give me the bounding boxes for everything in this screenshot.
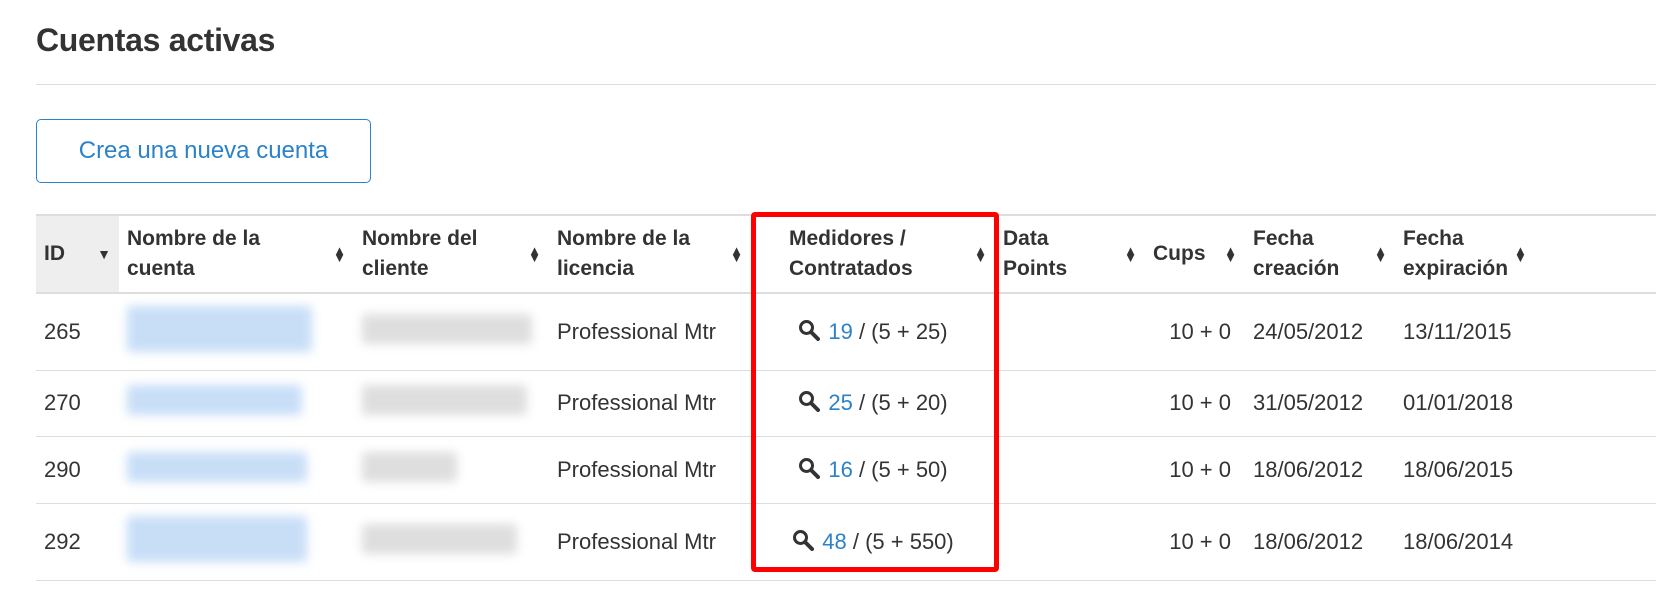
cell-id: 292 bbox=[36, 503, 119, 581]
meters-link[interactable]: 25 bbox=[828, 390, 852, 415]
column-header-expires[interactable]: Fecha expiración ▲ ▼ bbox=[1395, 214, 1656, 294]
column-header-license-name[interactable]: Nombre de la licencia ▲ ▼ bbox=[549, 214, 751, 294]
cell-data-points bbox=[995, 436, 1145, 504]
cell-created: 31/05/2012 bbox=[1245, 370, 1395, 437]
cell-expires: 18/06/2014 bbox=[1395, 503, 1656, 581]
search-icon[interactable] bbox=[798, 319, 821, 341]
cell-data-points bbox=[995, 503, 1145, 581]
title-divider bbox=[36, 84, 1656, 85]
cell-created: 18/06/2012 bbox=[1245, 436, 1395, 504]
redacted-account-name[interactable] bbox=[127, 385, 302, 415]
cell-created: 24/05/2012 bbox=[1245, 293, 1395, 371]
redacted-client-name bbox=[362, 385, 527, 415]
meters-link[interactable]: 19 bbox=[828, 319, 852, 344]
cell-id: 270 bbox=[36, 370, 119, 437]
cell-meters: 16 / (5 + 50) bbox=[751, 436, 995, 504]
sort-both-icon: ▲ ▼ bbox=[1374, 243, 1387, 265]
meters-link[interactable]: 16 bbox=[828, 457, 852, 482]
column-header-label: Cups bbox=[1153, 242, 1206, 265]
column-header-label: Data Points bbox=[1003, 227, 1068, 280]
cell-cups: 10 + 0 bbox=[1145, 370, 1245, 437]
cell-meters: 19 / (5 + 25) bbox=[751, 293, 995, 371]
column-header-client-name[interactable]: Nombre del cliente ▲ ▼ bbox=[354, 214, 549, 294]
cell-expires: 01/01/2018 bbox=[1395, 370, 1656, 437]
caret-down-icon: ▼ bbox=[97, 246, 111, 262]
column-header-meters[interactable]: Medidores / Contratados ▲ ▼ bbox=[751, 214, 995, 294]
redacted-client-name bbox=[362, 451, 457, 482]
table-row: 270 Professional Mtr 25 / (5 + 20) 10 + … bbox=[36, 370, 1656, 437]
column-header-label: Fecha expiración bbox=[1403, 227, 1509, 280]
cell-client-name bbox=[354, 503, 549, 581]
cell-created: 18/06/2012 bbox=[1245, 503, 1395, 581]
cell-license: Professional Mtr bbox=[549, 436, 751, 504]
redacted-client-name bbox=[362, 313, 532, 344]
cell-client-name bbox=[354, 370, 549, 437]
table-header-row: ID ▼ Nombre de la cuenta ▲ ▼ Nombre del c… bbox=[36, 214, 1656, 294]
search-icon[interactable] bbox=[792, 529, 815, 551]
cell-expires: 18/06/2015 bbox=[1395, 436, 1656, 504]
meters-contracted: / (5 + 50) bbox=[852, 456, 948, 482]
cell-id: 290 bbox=[36, 436, 119, 504]
search-icon[interactable] bbox=[798, 457, 821, 479]
meters-link[interactable]: 48 bbox=[822, 529, 846, 554]
table-row: 292 Professional Mtr 48 / (5 + 550) 10 +… bbox=[36, 503, 1656, 581]
column-header-account-name[interactable]: Nombre de la cuenta ▲ ▼ bbox=[119, 214, 354, 294]
table-row: 290 Professional Mtr 16 / (5 + 50) 10 + … bbox=[36, 436, 1656, 504]
sort-both-icon: ▲ ▼ bbox=[730, 243, 743, 265]
column-header-data-points[interactable]: Data Points ▲ ▼ bbox=[995, 214, 1145, 294]
redacted-account-name[interactable] bbox=[127, 305, 312, 352]
cell-data-points bbox=[995, 293, 1145, 371]
search-icon[interactable] bbox=[798, 390, 821, 412]
cell-account-name[interactable] bbox=[119, 293, 354, 371]
table-row: 265 Professional Mtr 19 / (5 + 25) 10 + … bbox=[36, 293, 1656, 371]
column-header-label: ID bbox=[44, 242, 65, 265]
redacted-account-name[interactable] bbox=[127, 515, 307, 562]
redacted-client-name bbox=[362, 523, 517, 554]
sort-both-icon: ▲ ▼ bbox=[1224, 243, 1237, 265]
cell-license: Professional Mtr bbox=[549, 293, 751, 371]
cell-cups: 10 + 0 bbox=[1145, 293, 1245, 371]
sort-both-icon: ▲ ▼ bbox=[1124, 243, 1137, 265]
sort-both-icon: ▲ ▼ bbox=[974, 243, 987, 265]
cell-meters: 25 / (5 + 20) bbox=[751, 370, 995, 437]
cell-account-name[interactable] bbox=[119, 370, 354, 437]
column-header-label: Nombre de la licencia bbox=[557, 227, 691, 280]
cell-account-name[interactable] bbox=[119, 503, 354, 581]
meters-contracted: / (5 + 20) bbox=[852, 390, 948, 415]
meters-contracted: / (5 + 550) bbox=[846, 528, 954, 554]
accounts-table-container: ID ▼ Nombre de la cuenta ▲ ▼ Nombre del c… bbox=[36, 214, 1656, 614]
column-header-label: Nombre de la cuenta bbox=[127, 227, 261, 280]
cell-client-name bbox=[354, 436, 549, 504]
sort-both-icon: ▲ ▼ bbox=[333, 243, 346, 265]
column-header-label: Nombre del cliente bbox=[362, 227, 478, 280]
sort-both-icon: ▲ ▼ bbox=[1514, 243, 1527, 265]
cell-cups: 10 + 0 bbox=[1145, 436, 1245, 504]
meters-contracted: / (5 + 25) bbox=[852, 318, 948, 344]
cell-license: Professional Mtr bbox=[549, 370, 751, 437]
cell-meters: 48 / (5 + 550) bbox=[751, 503, 995, 581]
cell-expires: 13/11/2015 bbox=[1395, 293, 1656, 371]
column-header-label: Fecha creación bbox=[1253, 227, 1340, 280]
cell-id: 265 bbox=[36, 293, 119, 371]
cell-account-name[interactable] bbox=[119, 436, 354, 504]
cell-cups: 10 + 0 bbox=[1145, 503, 1245, 581]
column-header-cups[interactable]: Cups ▲ ▼ bbox=[1145, 214, 1245, 294]
cell-data-points bbox=[995, 370, 1145, 437]
column-header-id[interactable]: ID ▼ bbox=[36, 214, 119, 294]
page-title: Cuentas activas bbox=[36, 22, 276, 58]
cell-client-name bbox=[354, 293, 549, 371]
accounts-table: ID ▼ Nombre de la cuenta ▲ ▼ Nombre del c… bbox=[36, 214, 1656, 581]
sort-both-icon: ▲ ▼ bbox=[528, 243, 541, 265]
redacted-account-name[interactable] bbox=[127, 451, 307, 482]
create-account-button[interactable]: Crea una nueva cuenta bbox=[36, 119, 371, 183]
cell-license: Professional Mtr bbox=[549, 503, 751, 581]
column-header-created[interactable]: Fecha creación ▲ ▼ bbox=[1245, 214, 1395, 294]
column-header-label: Medidores / Contratados bbox=[789, 227, 913, 280]
